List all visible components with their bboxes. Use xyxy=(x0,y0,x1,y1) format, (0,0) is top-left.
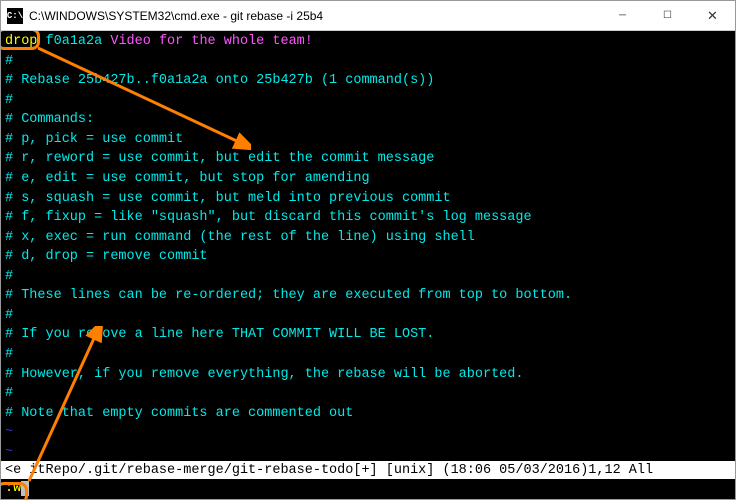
close-button[interactable]: ✕ xyxy=(690,1,735,30)
command-exec: # x, exec = run command (the rest of the… xyxy=(5,228,731,248)
cursor-icon xyxy=(21,481,29,496)
comment-line: # xyxy=(5,345,731,365)
rebase-info-line: # Rebase 25b427b..f0a1a2a onto 25b427b (… xyxy=(5,71,731,91)
commit-hash-text: f0a1a2a xyxy=(46,34,103,49)
window-title: C:\WINDOWS\SYSTEM32\cmd.exe - git rebase… xyxy=(29,9,600,23)
terminal-content[interactable]: drop f0a1a2a Video for the whole team! #… xyxy=(1,31,735,499)
command-drop: # d, drop = remove commit xyxy=(5,247,731,267)
vim-tilde: ~ xyxy=(5,423,731,443)
vim-cmdline-text: :w xyxy=(5,481,21,496)
note-empty: # Note that empty commits are commented … xyxy=(5,404,731,424)
window-titlebar: C:\ C:\WINDOWS\SYSTEM32\cmd.exe - git re… xyxy=(1,1,735,31)
command-edit: # e, edit = use commit, but stop for ame… xyxy=(5,169,731,189)
comment-line: # xyxy=(5,91,731,111)
command-fixup: # f, fixup = like "squash", but discard … xyxy=(5,208,731,228)
note-abort: # However, if you remove everything, the… xyxy=(5,365,731,385)
minimize-button[interactable]: ─ xyxy=(600,1,645,30)
commit-message-text: Video for the whole team! xyxy=(110,34,313,49)
vim-statusline: <e itRepo/.git/rebase-merge/git-rebase-t… xyxy=(1,461,735,481)
command-pick: # p, pick = use commit xyxy=(5,130,731,150)
comment-line: # xyxy=(5,306,731,326)
comment-line: # xyxy=(5,52,731,72)
note-lost: # If you remove a line here THAT COMMIT … xyxy=(5,325,731,345)
cmd-icon: C:\ xyxy=(7,8,23,24)
vim-cmdline[interactable]: :w xyxy=(1,479,735,499)
vim-tilde: ~ xyxy=(5,443,731,463)
commit-line: drop f0a1a2a Video for the whole team! xyxy=(5,32,731,52)
commands-header: # Commands: xyxy=(5,110,731,130)
command-squash: # s, squash = use commit, but meld into … xyxy=(5,189,731,209)
drop-keyword: drop xyxy=(5,34,37,49)
comment-line: # xyxy=(5,384,731,404)
window-controls: ─ ☐ ✕ xyxy=(600,1,735,30)
maximize-button[interactable]: ☐ xyxy=(645,1,690,30)
note-reorder: # These lines can be re-ordered; they ar… xyxy=(5,286,731,306)
comment-line: # xyxy=(5,267,731,287)
command-reword: # r, reword = use commit, but edit the c… xyxy=(5,149,731,169)
